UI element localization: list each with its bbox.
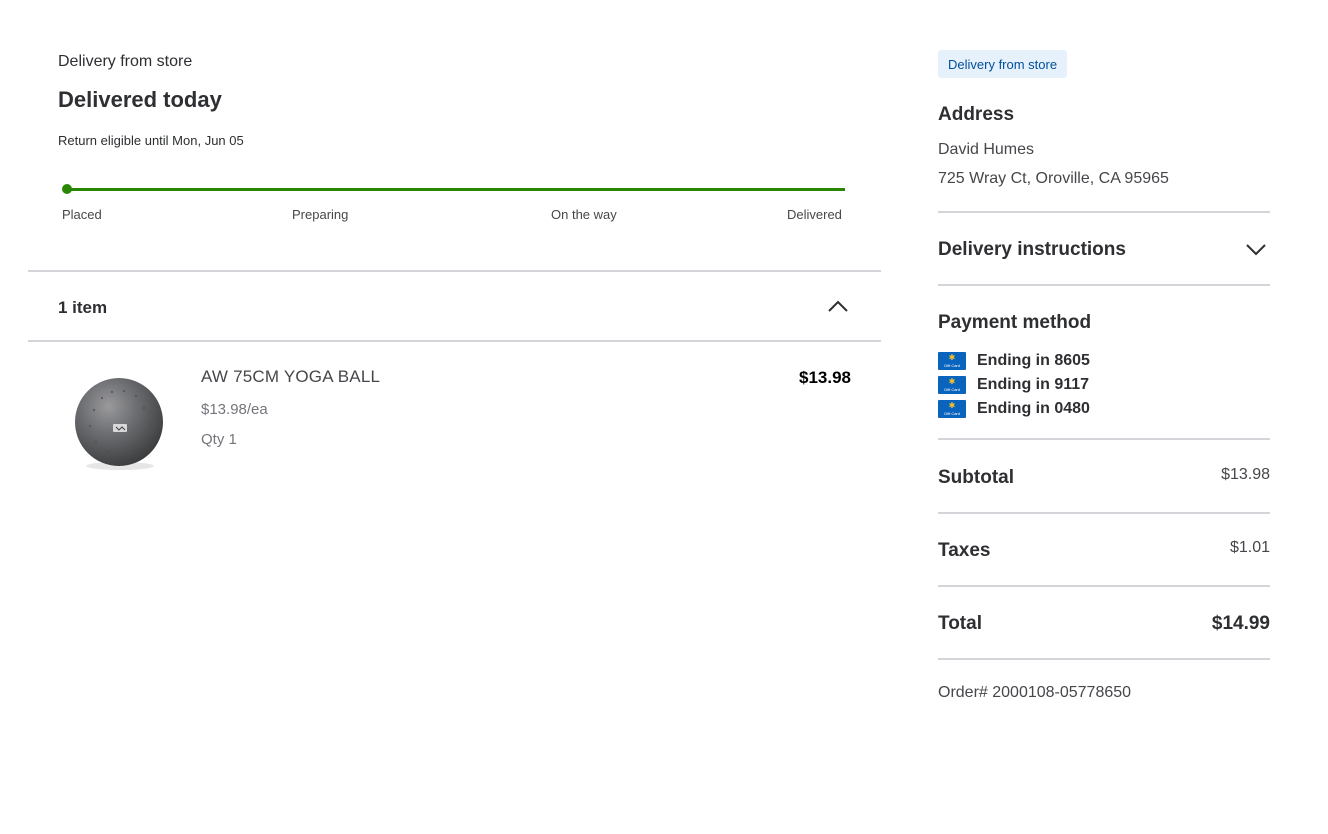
taxes-label: Taxes xyxy=(938,540,991,561)
address-title: Address xyxy=(938,104,1015,125)
progress-track xyxy=(67,188,845,191)
payment-method-title: Payment method xyxy=(938,312,1092,333)
step-preparing: Preparing xyxy=(292,207,349,222)
divider xyxy=(938,512,1270,514)
order-number: Order# 2000108-05778650 xyxy=(938,684,1132,701)
payment-card-row: ✱ Gift Card Ending in 0480 xyxy=(938,399,1090,419)
payment-card-row: ✱ Gift Card Ending in 8605 xyxy=(938,351,1090,371)
fulfillment-badge: Delivery from store xyxy=(938,50,1068,78)
items-count: 1 item xyxy=(58,298,108,317)
subtotal-label: Subtotal xyxy=(938,467,1014,488)
taxes-value: $1.01 xyxy=(1229,539,1270,556)
divider xyxy=(938,658,1270,660)
gift-card-icon: ✱ Gift Card xyxy=(938,376,966,394)
product-quantity: Qty 1 xyxy=(201,431,237,448)
items-accordion-header[interactable]: 1 item xyxy=(28,273,881,341)
step-placed: Placed xyxy=(62,207,102,222)
total-label: Total xyxy=(938,613,982,634)
divider xyxy=(28,340,881,342)
payment-card-label: Ending in 9117 xyxy=(977,376,1090,393)
payment-card-label: Ending in 0480 xyxy=(977,400,1090,417)
progress-start-dot xyxy=(62,184,72,194)
divider xyxy=(938,585,1270,587)
address-name: David Humes xyxy=(938,141,1035,158)
divider xyxy=(938,211,1270,213)
total-value: $14.99 xyxy=(1211,613,1270,634)
divider xyxy=(28,270,881,272)
product-image[interactable] xyxy=(72,372,168,472)
subtotal-value: $13.98 xyxy=(1221,466,1270,483)
address-line: 725 Wray Ct, Oroville, CA 95965 xyxy=(938,170,1169,187)
step-delivered: Delivered xyxy=(787,207,842,222)
payment-card-label: Ending in 8605 xyxy=(977,352,1090,369)
return-eligibility-note: Return eligible until Mon, Jun 05 xyxy=(58,133,244,148)
product-name[interactable]: AW 75CM YOGA BALL xyxy=(201,367,380,387)
gift-card-icon: ✱ Gift Card xyxy=(938,352,966,370)
delivery-status-title: Delivered today xyxy=(58,87,222,112)
payment-card-row: ✱ Gift Card Ending in 9117 xyxy=(938,375,1089,395)
chevron-up-icon[interactable] xyxy=(827,299,849,313)
divider xyxy=(938,284,1270,286)
delivery-instructions-toggle[interactable]: Delivery instructions xyxy=(938,239,1126,261)
product-unit-price: $13.98/ea xyxy=(201,401,268,418)
step-on-the-way: On the way xyxy=(551,207,617,222)
divider xyxy=(938,438,1270,440)
product-price: $13.98 xyxy=(799,368,851,387)
chevron-down-icon[interactable] xyxy=(1245,243,1267,257)
gift-card-icon: ✱ Gift Card xyxy=(938,400,966,418)
fulfillment-type: Delivery from store xyxy=(58,53,193,70)
